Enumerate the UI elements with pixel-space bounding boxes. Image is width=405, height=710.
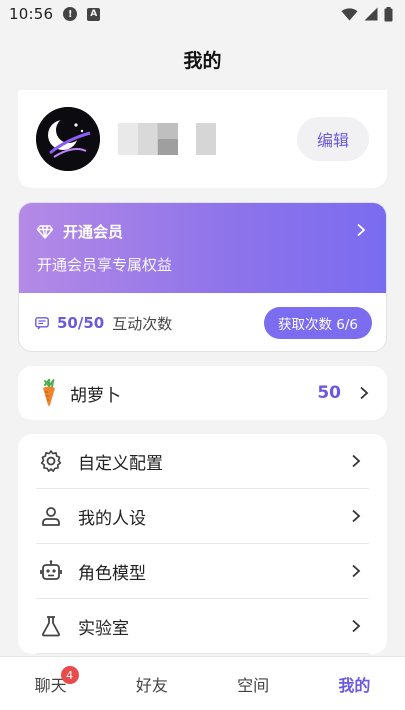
flask-icon: [38, 613, 64, 639]
carrot-value: 50: [317, 383, 341, 403]
vip-banner[interactable]: 开通会员 开通会员享专属权益: [19, 203, 386, 293]
person-icon: [38, 503, 64, 529]
tab-label: 好友: [135, 675, 168, 695]
chevron-right-icon: [360, 386, 369, 400]
unread-badge: 4: [60, 666, 79, 684]
menu-item-label: 角色模型: [78, 563, 146, 584]
chevron-right-icon: [352, 454, 361, 468]
profile-card: 编辑: [18, 90, 387, 188]
get-times-button[interactable]: 获取次数 6/6: [263, 307, 372, 339]
tab-label: 我的: [338, 675, 371, 695]
signal-icon: [364, 7, 378, 21]
chevron-right-icon: [357, 223, 366, 237]
menu-item-lab[interactable]: 实验室: [36, 599, 369, 654]
redacted-block: [196, 123, 216, 155]
bottom-tab-bar: 聊天 4 好友 空间 我的: [0, 656, 405, 710]
avatar[interactable]: [36, 107, 100, 171]
page-title: 我的: [183, 49, 222, 72]
menu-item-label: 我的人设: [78, 508, 146, 529]
carrot-label: 胡萝卜: [70, 385, 121, 406]
chat-bubble-icon: [35, 316, 49, 329]
chevron-right-icon: [352, 619, 361, 633]
chevron-right-icon: [352, 509, 361, 523]
status-bar: 10:56 ! A: [0, 0, 405, 28]
carrot-icon: [43, 379, 55, 406]
tab-space[interactable]: 空间: [203, 657, 304, 710]
alert-icon: !: [63, 7, 78, 21]
vip-subtitle: 开通会员享专属权益: [37, 256, 173, 274]
menu-item-custom-config[interactable]: 自定义配置: [36, 434, 369, 489]
username-redacted: [118, 123, 216, 155]
status-time: 10:56: [9, 5, 54, 23]
vip-title: 开通会员: [63, 223, 124, 241]
carrot-row[interactable]: 胡萝卜 50: [18, 366, 387, 420]
vip-usage-row: 50/50 互动次数 获取次数 6/6: [19, 293, 386, 351]
battery-icon: [384, 6, 393, 21]
redacted-block: [118, 123, 178, 155]
moon-logo-icon: [36, 107, 100, 171]
menu-item-my-persona[interactable]: 我的人设: [36, 489, 369, 544]
gear-icon: [38, 448, 64, 474]
edit-profile-button[interactable]: 编辑: [297, 117, 369, 161]
tab-me[interactable]: 我的: [304, 657, 405, 710]
vip-card: 开通会员 开通会员享专属权益 50/50 互动次数 获取次数 6/6: [18, 202, 387, 352]
interaction-count: 50/50: [57, 314, 105, 332]
wifi-icon: [341, 8, 358, 21]
chevron-right-icon: [352, 564, 361, 578]
tab-label: 空间: [237, 675, 270, 695]
robot-icon: [38, 558, 64, 584]
tab-friends[interactable]: 好友: [101, 657, 202, 710]
menu-item-character-model[interactable]: 角色模型: [36, 544, 369, 599]
app-header: 我的: [0, 28, 405, 90]
menu-item-label: 自定义配置: [78, 453, 163, 474]
tab-chat[interactable]: 聊天 4: [0, 657, 101, 710]
settings-menu: 自定义配置 我的人设 角色模型 实验室: [18, 434, 387, 654]
diamond-icon: [37, 224, 53, 239]
profile-scroll-area[interactable]: 编辑 开通会员 开通会员享专属权益 50/50 互动次数 获取次数 6/6 胡萝…: [0, 90, 405, 656]
menu-item-label: 实验室: [78, 618, 129, 639]
a-icon: A: [87, 7, 101, 21]
interaction-count-label: 互动次数: [112, 314, 173, 333]
